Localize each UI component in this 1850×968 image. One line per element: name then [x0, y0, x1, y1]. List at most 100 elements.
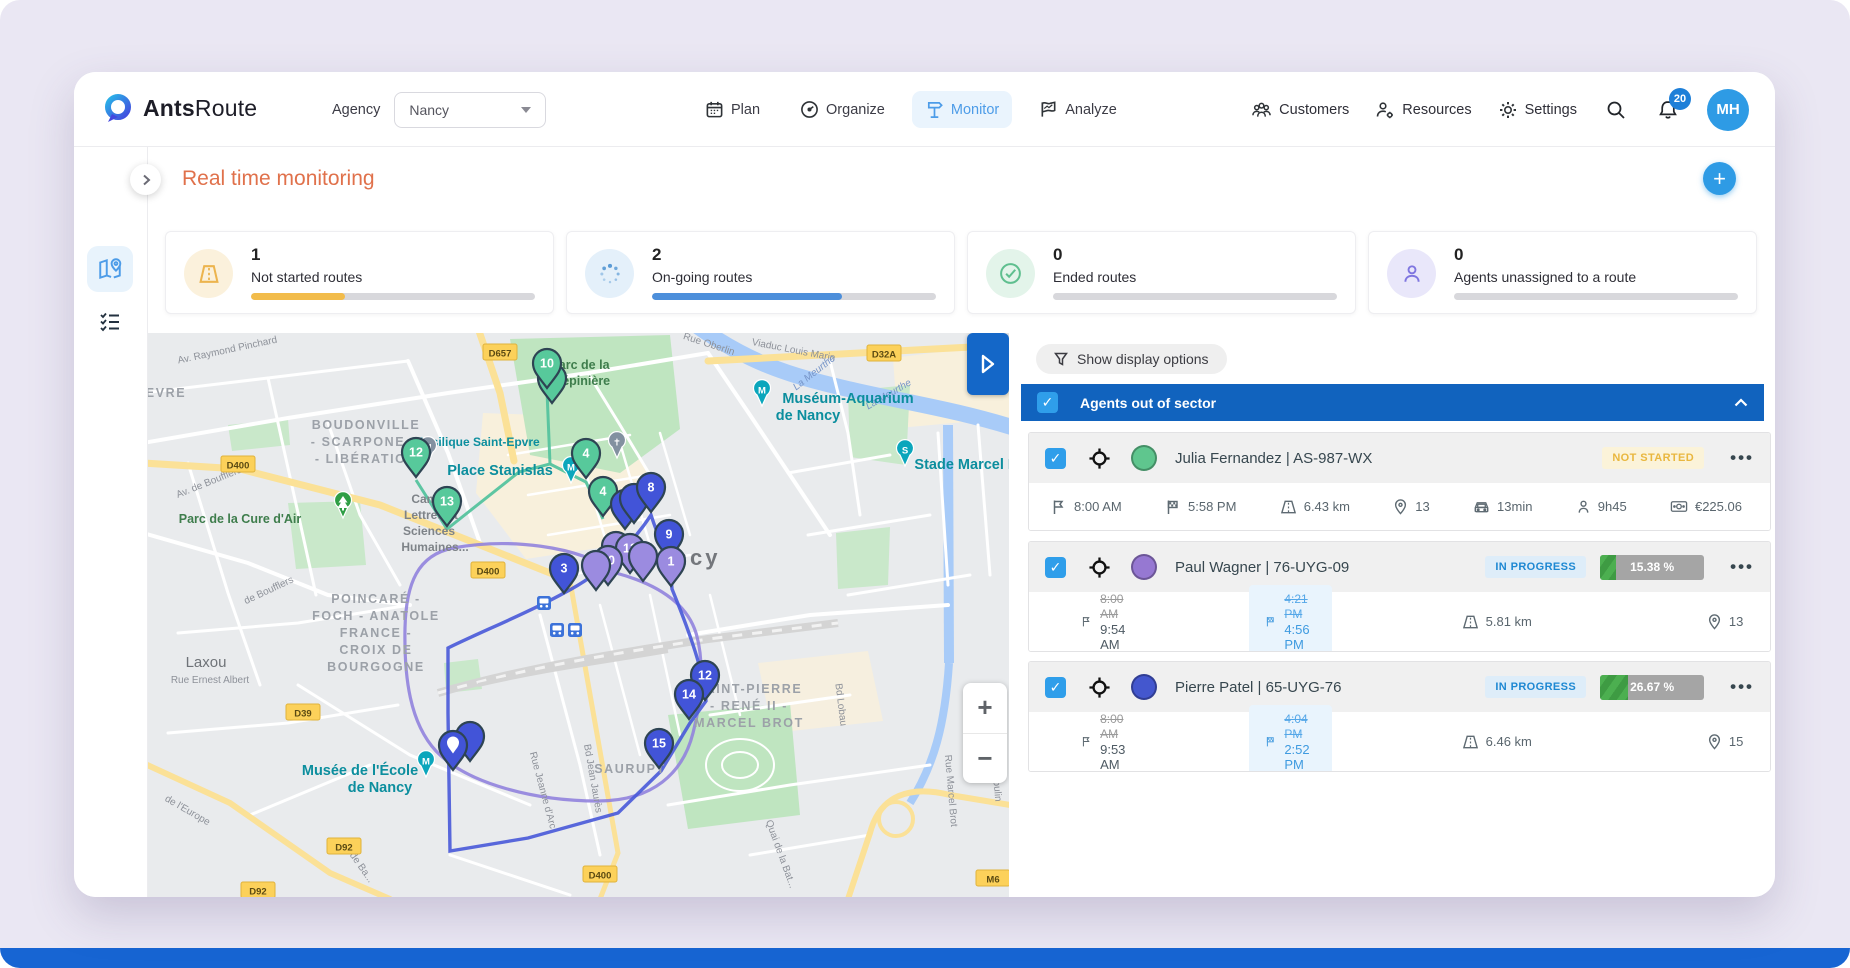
agency-label: Agency: [332, 102, 380, 118]
transit-station-icon[interactable]: [568, 623, 582, 637]
kpi-progress-fill: [251, 293, 345, 300]
pin-icon: [1393, 499, 1408, 515]
group-title: Agents out of sector: [1080, 395, 1734, 411]
add-button[interactable]: +: [1703, 162, 1736, 195]
svg-text:D400: D400: [477, 567, 500, 578]
road-badge: D39: [286, 704, 320, 720]
kpi-ended-routes[interactable]: 0 Ended routes: [967, 231, 1356, 314]
customers-icon: [1251, 100, 1272, 119]
sidebar-item-map-view[interactable]: [87, 246, 133, 292]
kpi-progress-track: [1454, 293, 1738, 300]
stat-distance: 6.43 km: [1280, 499, 1350, 515]
sidebar-item-list-view[interactable]: [87, 299, 133, 345]
stat-drive-time: 13min: [1473, 499, 1532, 515]
tab-plan[interactable]: Plan: [692, 91, 773, 128]
kpi-value: 2: [652, 245, 661, 265]
agent-color-dot: [1131, 445, 1157, 471]
svg-text:9: 9: [666, 528, 673, 542]
svg-text:4: 4: [583, 447, 590, 461]
locate-icon[interactable]: [1088, 447, 1111, 470]
agent-name: Paul Wagner | 76-UYG-09: [1175, 559, 1485, 576]
row-menu-button[interactable]: •••: [1730, 677, 1754, 697]
map-icon: [97, 256, 123, 282]
svg-text:3: 3: [561, 562, 568, 576]
triangle-right-icon: [980, 354, 996, 374]
agent-checkbox[interactable]: ✓: [1045, 557, 1066, 578]
chevron-down-icon: [521, 107, 531, 113]
svg-text:M: M: [567, 463, 575, 474]
agent-header[interactable]: ✓ Paul Wagner | 76-UYG-09 IN PROGRESS 15…: [1029, 542, 1770, 592]
svg-text:13: 13: [440, 495, 454, 509]
agent-checkbox[interactable]: ✓: [1045, 677, 1066, 698]
person-icon: [1576, 499, 1591, 515]
kpi-unassigned-agents[interactable]: 0 Agents unassigned to a route: [1368, 231, 1757, 314]
group-checkbox[interactable]: ✓: [1037, 392, 1058, 413]
brand-name: AntsRoute: [143, 95, 257, 122]
zoom-in-button[interactable]: +: [963, 683, 1007, 734]
person-icon: [1387, 249, 1436, 298]
stat-end-times: 4:21 PM4:56 PM: [1249, 585, 1331, 653]
agent-row-paul: ✓ Paul Wagner | 76-UYG-09 IN PROGRESS 15…: [1028, 541, 1771, 652]
map-label: POINCARÉ -: [331, 591, 421, 606]
flag-chart-icon: [1039, 100, 1058, 119]
avatar[interactable]: MH: [1707, 89, 1749, 131]
agency-select[interactable]: Nancy: [394, 92, 546, 128]
map-label: Stade Marcel P: [914, 457, 1009, 473]
stat-duration: 9h45: [1576, 499, 1627, 515]
tab-analyze[interactable]: Analyze: [1026, 91, 1130, 128]
svg-text:D39: D39: [294, 709, 311, 720]
svg-text:S: S: [902, 446, 908, 457]
map-zoom-control: + −: [963, 683, 1007, 783]
progress-pill: 26.67 %: [1600, 675, 1704, 700]
nav-customers[interactable]: Customers: [1251, 100, 1349, 119]
chevron-up-icon[interactable]: [1734, 398, 1748, 407]
stat-start-time: 8:00 AM: [1051, 499, 1122, 515]
transit-station-icon[interactable]: [537, 596, 551, 610]
pin-icon: [1707, 734, 1722, 750]
collapse-panel-button[interactable]: [130, 164, 161, 195]
agents-group-header[interactable]: ✓ Agents out of sector: [1021, 384, 1764, 421]
pin-icon: [1707, 614, 1722, 630]
road-badge: D32A: [867, 345, 901, 361]
spinner-icon: [585, 249, 634, 298]
agent-header[interactable]: ✓ Julia Fernandez | AS-987-WX NOT STARTE…: [1029, 433, 1770, 483]
agent-row-julia: ✓ Julia Fernandez | AS-987-WX NOT STARTE…: [1028, 432, 1771, 531]
stat-start-times: 8:00 AM9:54 AM: [1081, 592, 1131, 652]
tab-organize[interactable]: Organize: [787, 91, 898, 128]
expand-panel-button[interactable]: [967, 333, 1009, 395]
map-label: FRANCE -: [340, 626, 413, 640]
kpi-label: Agents unassigned to a route: [1454, 269, 1636, 285]
filter-icon: [1054, 352, 1068, 366]
row-menu-button[interactable]: •••: [1730, 448, 1754, 468]
stat-distance: 5.81 km: [1462, 614, 1532, 630]
main-nav-tabs: Plan Organize Monitor: [692, 72, 1130, 147]
nav-resources[interactable]: Resources: [1375, 100, 1471, 120]
svg-text:M: M: [758, 386, 766, 397]
zoom-out-button[interactable]: −: [963, 734, 1007, 784]
road-badge: D657: [483, 344, 517, 360]
search-button[interactable]: [1603, 97, 1629, 123]
notifications-button[interactable]: 20: [1655, 97, 1681, 123]
agent-header[interactable]: ✓ Pierre Patel | 65-UYG-76 IN PROGRESS 2…: [1029, 662, 1770, 712]
svg-text:4: 4: [600, 485, 607, 499]
agent-checkbox[interactable]: ✓: [1045, 448, 1066, 469]
antsroute-logo-icon: [102, 92, 134, 124]
kpi-ongoing-routes[interactable]: 2 On-going routes: [566, 231, 955, 314]
finish-flag-icon: [1265, 733, 1276, 750]
transit-station-icon[interactable]: [550, 623, 564, 637]
locate-icon[interactable]: [1088, 676, 1111, 699]
kpi-progress-track: [652, 293, 936, 300]
row-menu-button[interactable]: •••: [1730, 557, 1754, 577]
nav-settings[interactable]: Settings: [1498, 100, 1577, 120]
search-icon: [1605, 99, 1627, 121]
show-display-options-button[interactable]: Show display options: [1036, 344, 1227, 374]
map-canvas[interactable]: Av. Raymond PinchardRue OberlinViaduc Lo…: [148, 333, 1009, 897]
kpi-cards-row: 1 Not started routes 2 On-going routes 0…: [165, 231, 1757, 314]
map-label: Muséum-Aquarium: [782, 391, 913, 407]
stat-end-times: 4:04 PM2:52 PM: [1249, 705, 1331, 773]
agent-row-pierre: ✓ Pierre Patel | 65-UYG-76 IN PROGRESS 2…: [1028, 661, 1771, 772]
tab-monitor[interactable]: Monitor: [912, 91, 1012, 128]
brand-logo[interactable]: AntsRoute: [102, 92, 257, 124]
locate-icon[interactable]: [1088, 556, 1111, 579]
kpi-not-started-routes[interactable]: 1 Not started routes: [165, 231, 554, 314]
